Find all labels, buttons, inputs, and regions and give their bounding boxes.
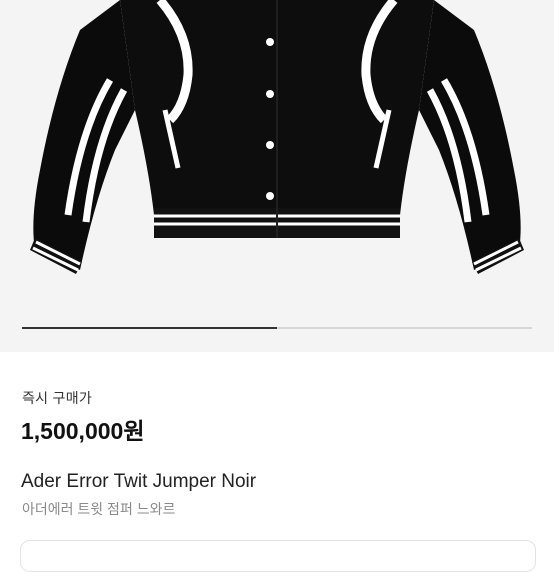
varsity-jacket-image: [30, 0, 524, 274]
carousel-progress-fill: [22, 327, 277, 329]
product-image[interactable]: [0, 0, 554, 352]
carousel-progress-track: [22, 327, 532, 329]
instant-price-label: 즉시 구매가: [22, 390, 93, 406]
price-value: 1,500,000원: [21, 418, 145, 444]
product-subtitle: 아더에러 트윗 점퍼 느와르: [22, 501, 176, 517]
bottom-card[interactable]: [20, 540, 536, 572]
product-title: Ader Error Twit Jumper Noir: [21, 471, 257, 492]
